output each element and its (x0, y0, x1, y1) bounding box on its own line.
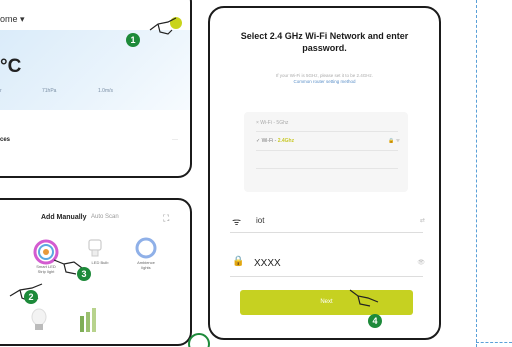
network-24g: ✓ Wi-Fi - 2.4Ghz (256, 138, 294, 144)
device-bulb-label: LED Bulb (91, 260, 109, 265)
bulb2-icon[interactable] (30, 308, 48, 334)
step-badge-3: 3 (77, 267, 91, 281)
step-badge-2: 2 (24, 290, 38, 304)
devices-label: ces (0, 137, 11, 143)
stat-3: 1.0m/s (98, 88, 114, 94)
lock-wifi-icon: 🔒 ᯤ (388, 138, 401, 144)
more-icon[interactable]: ··· (172, 137, 178, 143)
ssid-input[interactable]: iot (256, 216, 264, 225)
tab-add-manually[interactable]: Add Manually (41, 214, 87, 221)
wifi-icon: ᯤ (232, 217, 242, 228)
eye-icon[interactable]: 👁 (417, 259, 425, 266)
wifi-title: Select 2.4 GHz Wi-Fi Network and enter p… (240, 31, 409, 53)
add-device-screen: Add Manually Auto Scan ⛶ Smart LED Strip … (0, 198, 192, 346)
stat-1: r (0, 88, 2, 94)
password-input[interactable]: XXXX (254, 258, 281, 269)
weather-panel (0, 30, 190, 110)
wifi-screen: Select 2.4 GHz Wi-Fi Network and enter p… (208, 6, 441, 340)
network-5g: × Wi-Fi - 5Ghz (256, 120, 289, 126)
scan-icon[interactable]: ⛶ (163, 213, 169, 224)
hand-pointer-icon (149, 17, 177, 35)
temperature: °C (0, 56, 22, 77)
ambience-icon[interactable] (134, 236, 158, 260)
divider (256, 131, 398, 132)
stat-2: 71hPa (42, 88, 57, 94)
step-badge-4: 4 (368, 314, 382, 328)
device-ambience-label: Ambience lights (137, 260, 155, 270)
decorative-circle (188, 333, 210, 347)
wifi-note: If your Wi-Fi is 5GHz, please set it to … (226, 73, 423, 85)
cut-line-vertical (476, 0, 477, 347)
divider (256, 168, 398, 169)
step-badge-1: 1 (126, 33, 140, 47)
home-title[interactable]: ome ▾ (0, 14, 25, 25)
ssid-underline (230, 232, 423, 233)
next-button[interactable]: Next (240, 290, 413, 315)
network-24g-band: 2.4Ghz (277, 138, 295, 144)
bulb-icon[interactable] (86, 238, 104, 260)
router-setting-link[interactable]: Common router setting method (293, 79, 355, 84)
network-24g-prefix: ✓ Wi-Fi - (256, 138, 278, 144)
panel-light-icon[interactable] (78, 306, 100, 334)
lock-icon: 🔒 (232, 256, 245, 267)
divider (256, 150, 398, 151)
hand-pointer-icon (349, 289, 379, 307)
tab-auto-scan[interactable]: Auto Scan (91, 214, 119, 220)
password-underline (230, 276, 423, 277)
cut-line-horizontal (476, 342, 512, 343)
wifi-note-text: If your Wi-Fi is 5GHz, please set it to … (275, 73, 374, 78)
switch-network-icon[interactable]: ⇄ (420, 217, 425, 224)
